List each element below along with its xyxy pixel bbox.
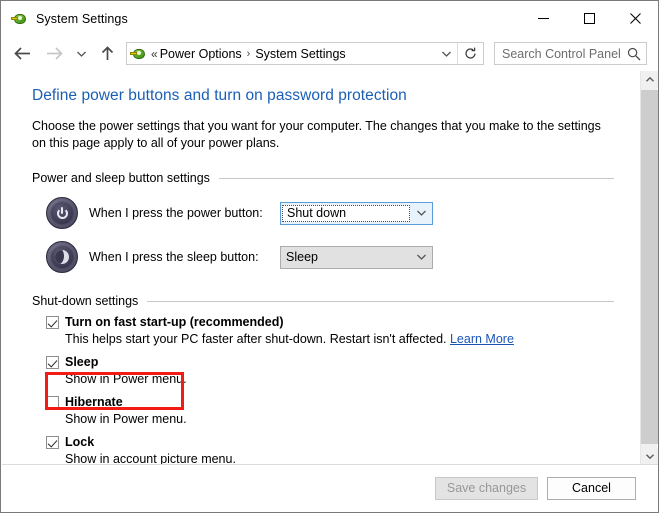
breadcrumb-overflow[interactable]: «: [151, 47, 160, 61]
chevron-down-icon[interactable]: [410, 247, 432, 268]
dialog-footer: Save changes Cancel: [2, 464, 658, 511]
sleep-button-label: When I press the sleep button:: [89, 250, 259, 264]
title-bar: System Settings: [1, 1, 658, 36]
sleep-button-select[interactable]: Sleep: [280, 245, 433, 269]
section-divider: [147, 300, 614, 302]
power-button-row: When I press the power button: Shut down: [32, 197, 642, 229]
scroll-up-icon[interactable]: [641, 71, 658, 88]
address-power-options-icon: [130, 46, 147, 62]
hibernate-description: Show in Power menu.: [65, 412, 187, 426]
maximize-button[interactable]: [566, 1, 612, 35]
power-button-icon: [46, 197, 78, 229]
window-title: System Settings: [36, 11, 128, 26]
power-button-value: Shut down: [282, 204, 410, 222]
search-box[interactable]: [494, 42, 647, 65]
breadcrumb-item-system-settings[interactable]: System Settings: [255, 47, 345, 61]
setting-fast-startup[interactable]: Turn on fast start-up (recommended): [46, 314, 642, 330]
navigation-bar: « › Power Options › System Settings: [1, 36, 658, 71]
learn-more-link[interactable]: Learn More: [450, 332, 514, 346]
sleep-button-value: Sleep: [286, 250, 318, 264]
up-arrow-icon[interactable]: [96, 41, 118, 67]
power-button-select[interactable]: Shut down: [280, 201, 433, 225]
search-input[interactable]: [495, 43, 646, 64]
minimize-button[interactable]: [520, 1, 566, 35]
setting-hibernate[interactable]: Hibernate: [46, 394, 642, 410]
sleep-label: Sleep: [65, 355, 99, 369]
fast-startup-checkbox[interactable]: [46, 316, 59, 329]
caption-buttons: [520, 1, 658, 35]
save-changes-button[interactable]: Save changes: [435, 476, 538, 500]
system-settings-window: System Settings « Power Options › System…: [0, 0, 659, 513]
cancel-button[interactable]: Cancel: [547, 476, 636, 500]
setting-sleep[interactable]: Sleep: [46, 354, 642, 370]
power-section-header: Power and sleep button settings: [32, 171, 614, 185]
power-button-label: When I press the power button:: [89, 206, 263, 220]
sleep-checkbox[interactable]: [46, 356, 59, 369]
shutdown-section-title: Shut-down settings: [32, 294, 139, 308]
hibernate-checkbox[interactable]: [46, 396, 59, 409]
scroll-down-icon[interactable]: [641, 448, 658, 465]
power-section-title: Power and sleep button settings: [32, 171, 210, 185]
page-title: Define power buttons and turn on passwor…: [32, 87, 407, 104]
refresh-icon[interactable]: [457, 43, 483, 64]
fast-startup-description-text: This helps start your PC faster after sh…: [65, 332, 447, 346]
page-description: Choose the power settings that you want …: [32, 119, 601, 150]
back-arrow-icon[interactable]: [10, 41, 34, 67]
setting-lock[interactable]: Lock: [46, 434, 642, 450]
sleep-description: Show in Power menu.: [65, 372, 187, 386]
search-icon: [627, 47, 641, 60]
content-area: Define power buttons and turn on passwor…: [2, 71, 642, 465]
sleep-button-row: When I press the sleep button: Sleep: [32, 241, 642, 273]
lock-checkbox[interactable]: [46, 436, 59, 449]
breadcrumb: « › Power Options › System Settings: [151, 47, 346, 61]
address-bar[interactable]: « › Power Options › System Settings: [126, 42, 484, 65]
recent-locations-icon[interactable]: [72, 41, 90, 67]
section-divider: [218, 177, 614, 179]
hibernate-label: Hibernate: [65, 395, 123, 409]
sleep-button-icon: [46, 241, 78, 273]
power-options-icon: [11, 11, 28, 27]
forward-arrow-icon: [42, 41, 66, 67]
breadcrumb-separator-1: ›: [246, 47, 251, 60]
chevron-down-icon[interactable]: [435, 43, 457, 64]
shutdown-section: Shut-down settings Turn on fast start-up…: [32, 294, 642, 465]
close-button[interactable]: [612, 1, 658, 35]
chevron-down-icon[interactable]: [410, 203, 432, 224]
lock-description: Show in account picture menu.: [65, 452, 236, 465]
vertical-scrollbar[interactable]: [640, 71, 658, 465]
lock-label: Lock: [65, 435, 95, 449]
fast-startup-description: This helps start your PC faster after sh…: [65, 331, 642, 347]
scrollbar-thumb[interactable]: [641, 90, 658, 444]
breadcrumb-item-power-options[interactable]: Power Options: [160, 47, 242, 61]
shutdown-section-header: Shut-down settings: [32, 294, 614, 308]
fast-startup-label: Turn on fast start-up (recommended): [65, 315, 284, 329]
